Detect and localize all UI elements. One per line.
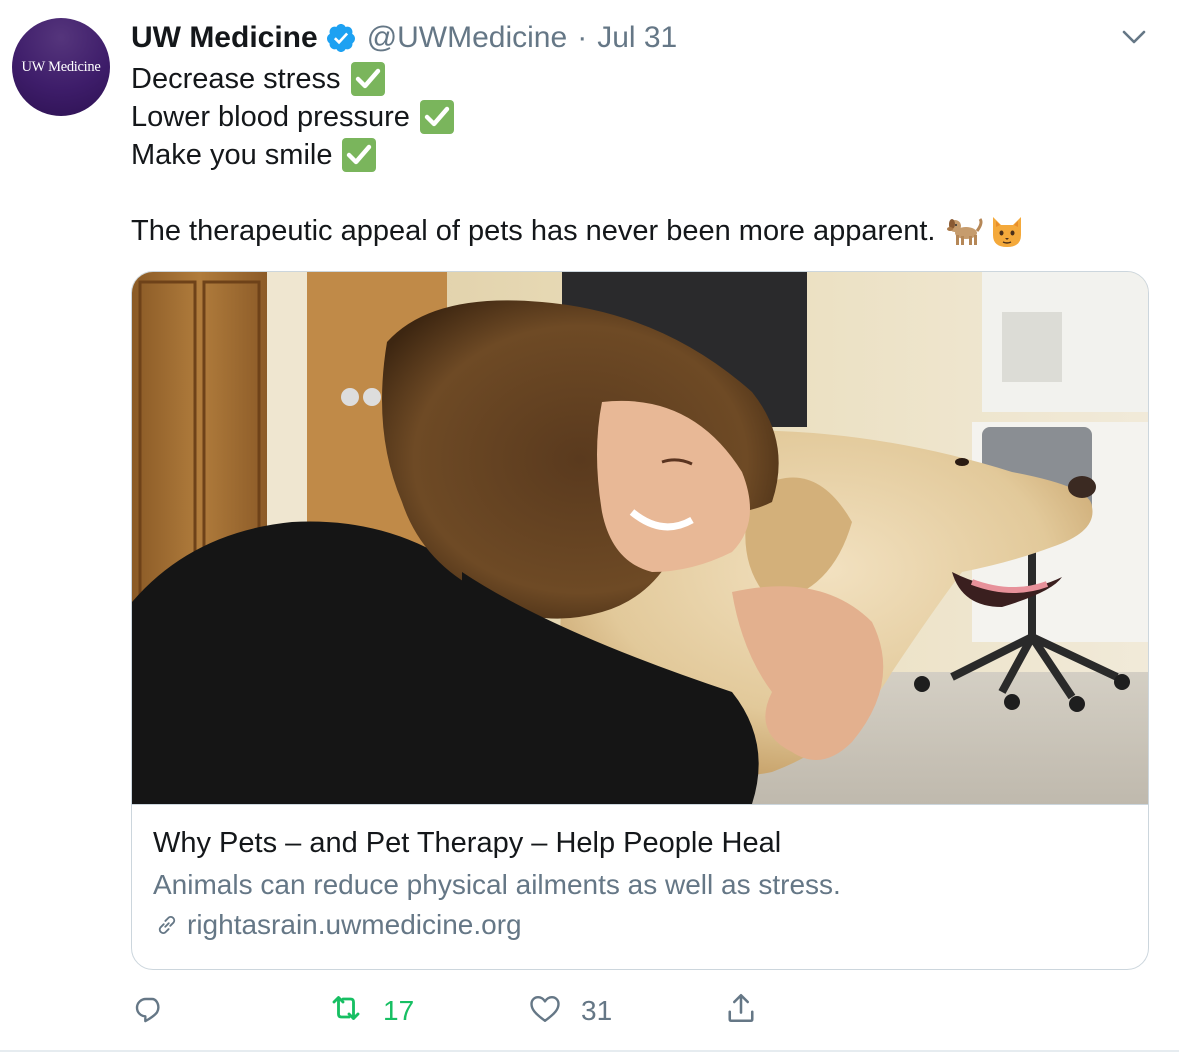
check-mark-icon — [342, 138, 377, 172]
tweet-line-text: The therapeutic appeal of pets has never… — [131, 215, 936, 247]
share-button[interactable] — [723, 990, 759, 1032]
tweet-line: Decrease stress — [131, 60, 1025, 98]
tweet[interactable]: UW Medicine UW Medicine @UWMedicine · Ju… — [0, 0, 1179, 1053]
card-title[interactable]: Why Pets – and Pet Therapy – Help People… — [153, 827, 781, 860]
cat-face-emoji-icon — [989, 213, 1025, 249]
reply-button[interactable] — [131, 990, 185, 1032]
author-handle[interactable]: @UWMedicine — [367, 21, 568, 55]
dog-emoji-icon — [947, 213, 983, 249]
reply-icon — [131, 990, 167, 1033]
card-meta[interactable]: Why Pets – and Pet Therapy – Help People… — [132, 804, 1148, 969]
tweet-line: The therapeutic appeal of pets has never… — [131, 212, 1025, 250]
share-icon — [723, 990, 759, 1033]
card-domain[interactable]: rightasrain.uwmedicine.org — [153, 909, 522, 941]
retweet-button[interactable]: 17 — [327, 990, 414, 1032]
check-mark-icon — [419, 100, 454, 134]
tweet-text: Decrease stress Lower blood pressure Mak… — [131, 60, 1025, 250]
like-button[interactable]: 31 — [527, 990, 612, 1032]
author-avatar[interactable]: UW Medicine — [12, 18, 110, 116]
heart-icon — [527, 990, 563, 1033]
verified-badge-icon — [325, 22, 357, 54]
tweet-line: Make you smile — [131, 136, 1025, 174]
chevron-down-icon[interactable] — [1120, 26, 1148, 48]
like-count: 31 — [581, 995, 613, 1026]
card-image[interactable] — [132, 272, 1148, 804]
avatar-logo-text: UW Medicine — [21, 58, 101, 75]
header-separator: · — [577, 21, 588, 54]
retweet-count: 17 — [383, 995, 415, 1026]
check-mark-icon — [350, 62, 385, 96]
author-display-name[interactable]: UW Medicine — [131, 21, 318, 55]
card-description: Animals can reduce physical ailments as … — [153, 869, 841, 900]
tweet-divider — [0, 1050, 1179, 1052]
retweet-icon — [327, 990, 365, 1033]
tweet-line: Lower blood pressure — [131, 98, 1025, 136]
link-icon — [153, 911, 181, 939]
tweet-line-text: Lower blood pressure — [131, 101, 410, 133]
tweet-header: UW Medicine @UWMedicine · Jul 31 — [131, 18, 677, 58]
link-preview-card[interactable]: Why Pets – and Pet Therapy – Help People… — [131, 271, 1149, 970]
tweet-line-text: Make you smile — [131, 139, 333, 171]
tweet-actions: 17 31 — [131, 990, 1147, 1032]
card-domain-text: rightasrain.uwmedicine.org — [187, 909, 522, 940]
tweet-line-text: Decrease stress — [131, 63, 341, 95]
tweet-date[interactable]: Jul 31 — [597, 21, 677, 55]
